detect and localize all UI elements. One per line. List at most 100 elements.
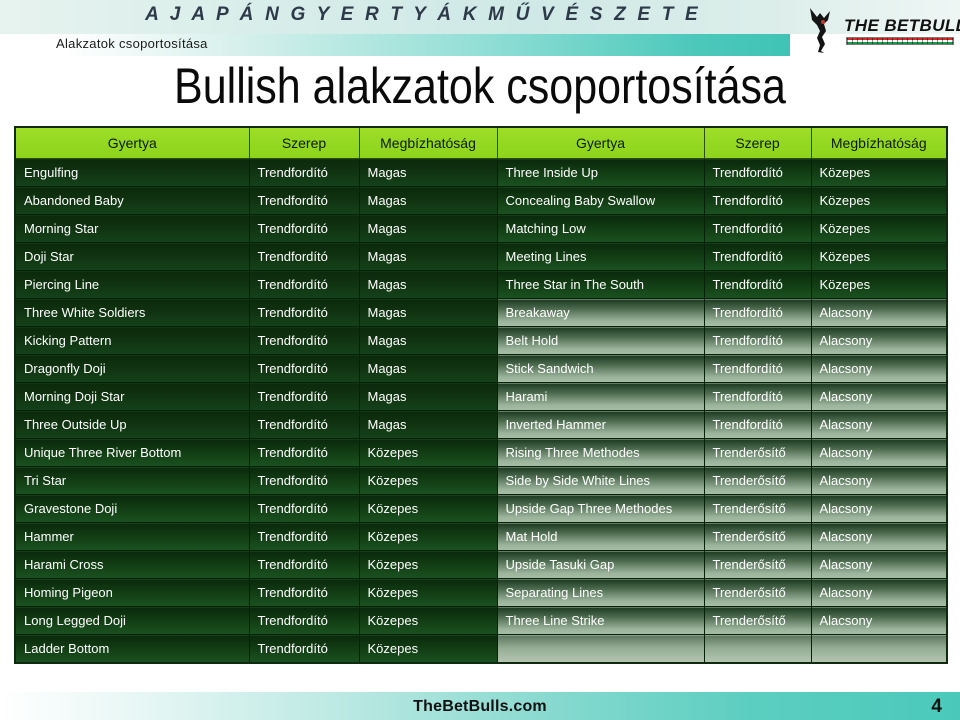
cell-candle-left: Homing Pigeon: [14, 578, 250, 607]
table-row: Ladder Bottom Trendfordító Közepes: [14, 634, 948, 664]
cell-role-right: Trendfordító: [703, 326, 812, 355]
cell-candle-left: Morning Star: [14, 214, 250, 243]
cell-candle-left: Tri Star: [14, 466, 250, 495]
table-row: Tri Star Trendfordító Közepes Side by Side …: [14, 466, 948, 495]
cell-candle-right: Breakaway: [496, 298, 705, 327]
cell-candle-left: Three White Soldiers: [14, 298, 250, 327]
cell-candle-right: Side by Side White Lines: [496, 466, 705, 495]
cell-role-right: Trenderősítő: [703, 550, 812, 579]
table-row: Dragonfly Doji Trendfordító Magas Stick San…: [14, 354, 948, 383]
table-row: Engulfing Trendfordító Magas Three Inside U…: [14, 158, 948, 187]
cell-reliability-right: Alacsony: [810, 298, 948, 327]
cell-reliability-right: [810, 634, 948, 664]
logo-wordmark: THE BETBULLS: [844, 16, 960, 35]
cell-role-right: Trenderősítő: [703, 578, 812, 607]
table-row: Harami Cross Trendfordító Közepes Upside Ta…: [14, 550, 948, 579]
cell-role-right: Trendfordító: [703, 270, 812, 299]
table-row: Three Outside Up Trendfordító Magas Inverte…: [14, 410, 948, 439]
table-row: Three White Soldiers Trendfordító Magas Bre…: [14, 298, 948, 327]
cell-candle-left: Morning Doji Star: [14, 382, 250, 411]
cell-role-left: Trendfordító: [248, 158, 360, 187]
table-row: Hammer Trendfordító Közepes Mat Hold Trender…: [14, 522, 948, 551]
table-row: Piercing Line Trendfordító Magas Three Star…: [14, 270, 948, 299]
cell-role-right: Trendfordító: [703, 214, 812, 243]
table-row: Gravestone Doji Trendfordító Közepes Upside…: [14, 494, 948, 523]
cell-candle-left: Kicking Pattern: [14, 326, 250, 355]
cell-reliability-left: Magas: [358, 214, 498, 243]
cell-reliability-right: Alacsony: [810, 326, 948, 355]
cell-candle-right: [496, 634, 705, 664]
cell-candle-right: Upside Gap Three Methodes: [496, 494, 705, 523]
cell-candle-right: Belt Hold: [496, 326, 705, 355]
cell-candle-left: Dragonfly Doji: [14, 354, 250, 383]
cell-role-right: Trenderősítő: [703, 606, 812, 635]
table-row: Doji Star Trendfordító Magas Meeting Lines T…: [14, 242, 948, 271]
cell-role-left: Trendfordító: [248, 186, 360, 215]
cell-reliability-left: Közepes: [358, 466, 498, 495]
cell-role-left: Trendfordító: [248, 494, 360, 523]
column-header-role-right[interactable]: Szerep: [703, 126, 812, 159]
column-header-reliability-right[interactable]: Megbízhatóság: [810, 126, 948, 159]
cell-reliability-left: Magas: [358, 410, 498, 439]
cell-role-right: Trendfordító: [703, 410, 812, 439]
hungarian-flag-bar-icon: [846, 37, 954, 45]
cell-reliability-right: Közepes: [810, 214, 948, 243]
cell-candle-right: Upside Tasuki Gap: [496, 550, 705, 579]
footer-page-number: 4: [931, 696, 942, 717]
cell-role-left: Trendfordító: [248, 634, 360, 664]
cell-role-right: Trendfordító: [703, 242, 812, 271]
cell-candle-left: Doji Star: [14, 242, 250, 271]
cell-role-right: Trenderősítő: [703, 438, 812, 467]
cell-reliability-left: Közepes: [358, 606, 498, 635]
cell-candle-right: Separating Lines: [496, 578, 705, 607]
cell-candle-left: Piercing Line: [14, 270, 250, 299]
bullish-patterns-table: Gyertya Szerep Megbízhatóság Gyertya Sze…: [14, 126, 948, 664]
cell-role-left: Trendfordító: [248, 410, 360, 439]
cell-candle-right: Meeting Lines: [496, 242, 705, 271]
cell-candle-right: Three Star in The South: [496, 270, 705, 299]
cell-role-left: Trendfordító: [248, 242, 360, 271]
cell-candle-left: Harami Cross: [14, 550, 250, 579]
cell-candle-right: Rising Three Methodes: [496, 438, 705, 467]
cell-reliability-left: Közepes: [358, 522, 498, 551]
cell-reliability-right: Alacsony: [810, 466, 948, 495]
banner-title: A J A P Á N G Y E R T Y Á K M Ű V É S Z …: [145, 4, 701, 25]
column-header-candle-right[interactable]: Gyertya: [496, 126, 705, 159]
cell-reliability-left: Magas: [358, 186, 498, 215]
table-row: Long Legged Doji Trendfordító Közepes Three…: [14, 606, 948, 635]
cell-reliability-right: Alacsony: [810, 522, 948, 551]
table-body: Engulfing Trendfordító Magas Three Inside U…: [14, 158, 948, 664]
cell-reliability-left: Közepes: [358, 634, 498, 664]
column-header-reliability-left[interactable]: Megbízhatóság: [358, 126, 498, 159]
cell-candle-left: Hammer: [14, 522, 250, 551]
cell-role-right: Trendfordító: [703, 354, 812, 383]
cell-candle-right: Three Line Strike: [496, 606, 705, 635]
cell-reliability-right: Közepes: [810, 186, 948, 215]
cell-role-left: Trendfordító: [248, 326, 360, 355]
cell-role-left: Trendfordító: [248, 438, 360, 467]
table-row: Abandoned Baby Trendfordító Magas Concealin…: [14, 186, 948, 215]
table-row: Morning Star Trendfordító Magas Matching Lo…: [14, 214, 948, 243]
cell-reliability-left: Magas: [358, 242, 498, 271]
cell-role-right: Trendfordító: [703, 158, 812, 187]
cell-reliability-left: Magas: [358, 326, 498, 355]
cell-candle-right: Concealing Baby Swallow: [496, 186, 705, 215]
cell-candle-right: Harami: [496, 382, 705, 411]
cell-reliability-right: Közepes: [810, 242, 948, 271]
cell-role-right: Trendfordító: [703, 298, 812, 327]
cell-candle-right: Inverted Hammer: [496, 410, 705, 439]
cell-candle-right: Matching Low: [496, 214, 705, 243]
cell-reliability-left: Magas: [358, 354, 498, 383]
cell-role-right: Trenderősítő: [703, 522, 812, 551]
cell-reliability-left: Közepes: [358, 550, 498, 579]
cell-reliability-left: Magas: [358, 270, 498, 299]
footer-site-label: TheBetBulls.com: [413, 698, 547, 715]
cell-candle-left: Long Legged Doji: [14, 606, 250, 635]
cell-role-left: Trendfordító: [248, 382, 360, 411]
cell-reliability-left: Közepes: [358, 578, 498, 607]
cell-role-left: Trendfordító: [248, 270, 360, 299]
column-header-role-left[interactable]: Szerep: [248, 126, 360, 159]
cell-reliability-right: Alacsony: [810, 438, 948, 467]
cell-role-right: [703, 634, 812, 664]
column-header-candle-left[interactable]: Gyertya: [14, 126, 250, 159]
